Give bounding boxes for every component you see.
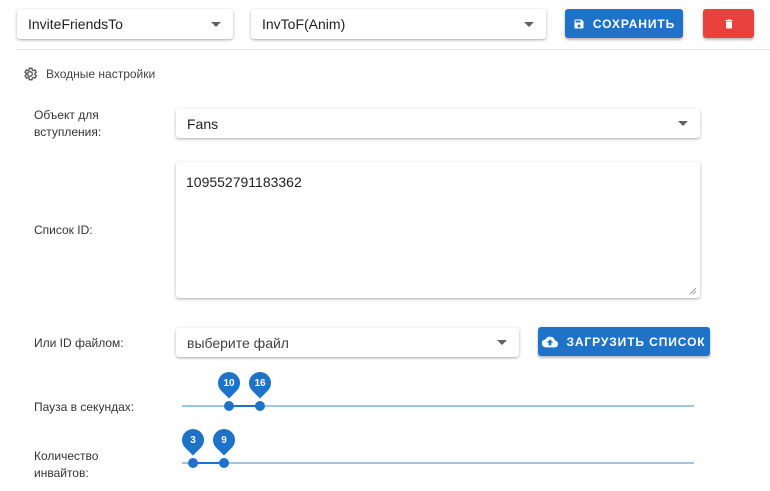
save-icon — [574, 19, 584, 28]
target-select[interactable]: Fans — [176, 109, 700, 138]
invites-max-value: 9 — [221, 434, 227, 446]
script-select[interactable]: InviteFriendsTo — [17, 9, 233, 39]
id-list-value: 109552791183362 — [186, 174, 302, 190]
mode-select-value: InvToF(Anim) — [262, 16, 346, 32]
pause-min-handle[interactable] — [224, 401, 234, 411]
file-label: Или ID файлом: — [34, 336, 124, 350]
cloud-upload-icon — [542, 336, 559, 347]
target-label: Объект для вступления: — [34, 108, 102, 139]
trash-icon — [725, 19, 732, 28]
pause-min-value: 10 — [223, 377, 235, 389]
id-list-textarea[interactable]: 109552791183362 — [176, 162, 700, 298]
invites-min-handle[interactable] — [188, 458, 198, 468]
mode-select[interactable]: InvToF(Anim) — [251, 9, 546, 39]
pause-max-value: 16 — [254, 377, 266, 389]
chevron-down-icon — [524, 21, 534, 27]
target-select-value: Fans — [187, 115, 219, 132]
pause-max-handle[interactable] — [255, 401, 265, 411]
save-button[interactable]: СОХРАНИТЬ — [565, 9, 683, 38]
file-select-placeholder: выберите файл — [187, 334, 289, 351]
resize-handle-icon[interactable] — [689, 287, 697, 295]
pause-label: Пауза в секундах: — [34, 400, 135, 414]
invites-label: Количество инвайтов: — [34, 449, 99, 480]
file-select[interactable]: выберите файл — [176, 328, 519, 357]
script-select-value: InviteFriendsTo — [28, 16, 123, 32]
gear-icon — [24, 67, 38, 81]
chevron-down-icon — [678, 121, 688, 126]
upload-list-button[interactable]: ЗАГРУЗИТЬ СПИСОК — [538, 327, 710, 356]
header-divider — [16, 49, 770, 50]
delete-button[interactable] — [703, 9, 754, 38]
section-title: Входные настройки — [46, 67, 156, 81]
chevron-down-icon — [497, 340, 507, 345]
section-header: Входные настройки — [22, 66, 155, 82]
upload-button-label: ЗАГРУЗИТЬ СПИСОК — [566, 334, 706, 349]
invites-min-value: 3 — [190, 434, 196, 446]
chevron-down-icon — [211, 21, 221, 27]
invites-max-handle[interactable] — [219, 458, 229, 468]
id-list-label: Список ID: — [34, 223, 93, 237]
save-button-label: СОХРАНИТЬ — [592, 16, 676, 31]
invites-slider-track[interactable] — [182, 462, 694, 464]
